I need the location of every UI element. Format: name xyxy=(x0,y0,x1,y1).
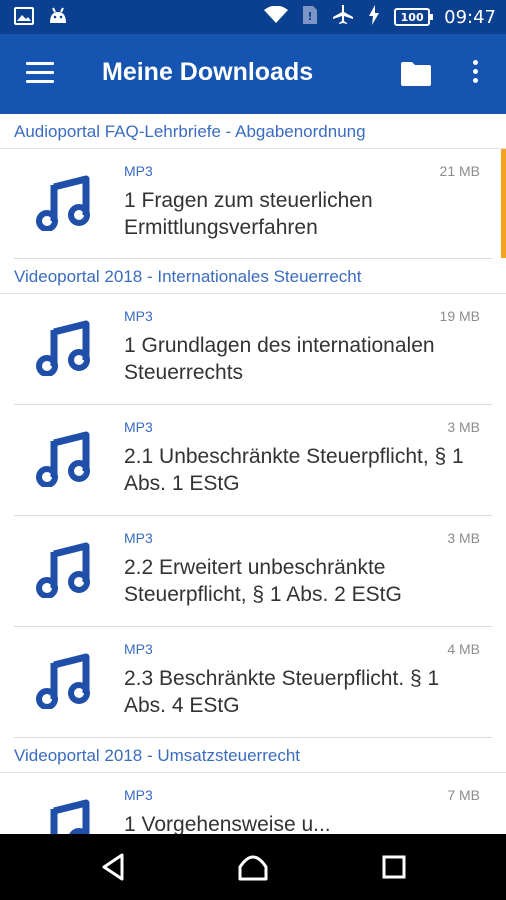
battery-indicator: 100 xyxy=(394,8,434,26)
page-title: Meine Downloads xyxy=(102,58,314,86)
hamburger-menu-icon[interactable] xyxy=(26,62,54,84)
list-item[interactable]: MP3 3 MB 2.2 Erweitert unbeschränkte Ste… xyxy=(14,516,492,627)
sim-icon: ! xyxy=(302,5,318,30)
item-title: 2.3 Beschränkte Steuerpflicht. § 1 Abs. … xyxy=(124,667,440,717)
list-item[interactable]: MP3 3 MB 2.1 Unbeschränkte Steuerpflicht… xyxy=(14,405,492,516)
section-header: Videoportal 2018 - Umsatzsteuerrecht xyxy=(0,738,506,773)
item-title: 2.1 Unbeschränkte Steuerpflicht, § 1 Abs… xyxy=(124,445,464,495)
more-vert-icon[interactable] xyxy=(466,60,484,90)
music-note-icon xyxy=(36,431,90,487)
file-size: 7 MB xyxy=(447,787,480,803)
music-note-icon xyxy=(36,320,90,376)
file-type: MP3 xyxy=(124,641,153,657)
file-type: MP3 xyxy=(124,163,153,179)
recents-icon[interactable] xyxy=(378,851,410,883)
music-note-icon xyxy=(36,653,90,709)
section-header: Audioportal FAQ-Lehrbriefe - Abgabenordn… xyxy=(0,114,506,149)
home-icon[interactable] xyxy=(237,851,269,883)
item-title: 1 Fragen zum steuerlichen Ermittlungsver… xyxy=(124,189,373,239)
list-item[interactable]: MP3 7 MB 1 Vorgehensweise u... xyxy=(14,773,492,834)
folder-icon[interactable] xyxy=(400,60,432,88)
music-note-icon xyxy=(36,542,90,598)
file-size: 4 MB xyxy=(447,641,480,657)
charging-icon xyxy=(368,4,380,30)
navigation-bar xyxy=(0,834,506,900)
file-type: MP3 xyxy=(124,787,153,803)
svg-text:!: ! xyxy=(308,10,313,23)
highlight-bar xyxy=(501,149,506,258)
file-size: 3 MB xyxy=(447,419,480,435)
file-size: 3 MB xyxy=(447,530,480,546)
list-item[interactable]: MP3 4 MB 2.3 Beschränkte Steuerpflicht. … xyxy=(14,627,492,738)
item-title: 1 Grundlagen des internationalen Steuerr… xyxy=(124,334,435,384)
file-type: MP3 xyxy=(124,530,153,546)
file-type: MP3 xyxy=(124,419,153,435)
airplane-icon xyxy=(332,4,354,30)
file-size: 21 MB xyxy=(439,163,480,179)
app-bar: Meine Downloads xyxy=(0,34,506,114)
status-time: 09:47 xyxy=(444,6,496,28)
downloads-list: Audioportal FAQ-Lehrbriefe - Abgabenordn… xyxy=(0,114,506,834)
status-bar: ! 100 09:47 xyxy=(0,0,506,34)
file-type: MP3 xyxy=(124,308,153,324)
item-title: 1 Vorgehensweise u... xyxy=(124,813,331,834)
item-title: 2.2 Erweitert unbeschränkte Steuerpflich… xyxy=(124,556,402,606)
image-icon xyxy=(14,7,34,30)
file-size: 19 MB xyxy=(439,308,480,324)
list-item[interactable]: MP3 19 MB 1 Grundlagen des international… xyxy=(14,294,492,405)
back-icon[interactable] xyxy=(98,851,130,883)
section-header: Videoportal 2018 - Internationales Steue… xyxy=(0,259,506,294)
music-note-icon xyxy=(50,799,90,834)
wifi-icon xyxy=(264,5,289,29)
android-icon xyxy=(48,7,68,30)
list-item[interactable]: MP3 21 MB 1 Fragen zum steuerlichen Ermi… xyxy=(14,149,506,259)
music-note-icon xyxy=(36,175,90,231)
